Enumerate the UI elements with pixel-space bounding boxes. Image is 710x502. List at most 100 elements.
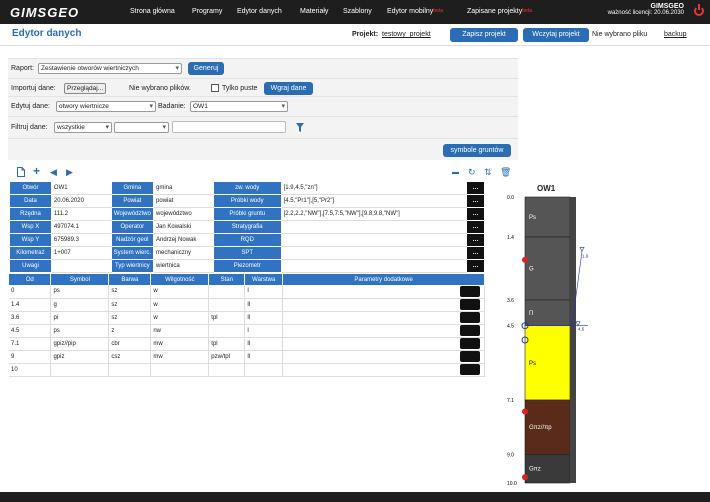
refresh-icon[interactable]: ↻ (468, 167, 476, 177)
layer-cell[interactable]: tpl (208, 337, 246, 351)
nav-materials[interactable]: Materiały (300, 8, 328, 15)
params-cell[interactable] (282, 363, 485, 377)
layer-cell[interactable]: pzw/tpl (208, 350, 246, 364)
nav-templates[interactable]: Szablony (343, 8, 372, 15)
edit-value-button[interactable]: … (466, 259, 485, 273)
info-value[interactable] (280, 233, 468, 247)
layer-cell[interactable]: z (108, 324, 152, 338)
filter-icon[interactable] (296, 123, 304, 132)
layer-cell[interactable]: gpiz//pip (50, 337, 110, 351)
edit-value-button[interactable]: … (466, 233, 485, 247)
layer-cell[interactable]: I (244, 285, 284, 299)
layer-cell[interactable]: csz (108, 350, 152, 364)
layer-cell[interactable] (208, 298, 246, 312)
layer-cell[interactable]: w (150, 285, 210, 299)
arrows-icon[interactable]: ⇅ (484, 167, 492, 177)
info-value[interactable]: wiertnica (153, 259, 214, 273)
info-value[interactable]: 1+007 (50, 246, 112, 260)
filter-value-input[interactable] (172, 121, 286, 133)
nav-home[interactable]: Strona główna (130, 8, 175, 15)
info-value[interactable]: Andrzej Nowak (153, 233, 214, 247)
layer-cell[interactable]: sz (108, 285, 152, 299)
info-value[interactable]: 497074.1 (50, 220, 112, 234)
params-button[interactable] (460, 325, 480, 336)
info-value[interactable] (50, 259, 112, 273)
browse-button[interactable]: Przeglądaj... (64, 83, 107, 94)
info-value[interactable]: [2.2,2.2,"NW"],[7.5,7.5,"NW"],[9.8,9.8,"… (280, 207, 468, 221)
layer-cell[interactable] (208, 324, 246, 338)
layer-cell[interactable] (50, 363, 110, 377)
info-value[interactable]: [1.9,4.5,"zn"] (280, 181, 468, 195)
info-value[interactable]: OW1 (50, 181, 112, 195)
soil-sample-marker[interactable] (522, 256, 528, 263)
layer-cell[interactable]: ps (50, 324, 110, 338)
save-project-button[interactable]: Zapisz projekt (450, 28, 518, 42)
edit-value-button[interactable]: … (466, 220, 485, 234)
info-value[interactable]: gmina (153, 181, 214, 195)
layer-cell[interactable]: mw (150, 337, 210, 351)
layer-cell[interactable]: gpiz (50, 350, 110, 364)
upload-data-button[interactable]: Wgraj dane (264, 82, 313, 95)
study-select[interactable]: OW1 (190, 101, 288, 112)
nav-saved-projects[interactable]: Zapisane projektybeta (467, 8, 532, 15)
layer-cell[interactable]: g (50, 298, 110, 312)
nav-data-editor[interactable]: Edytor danych (237, 8, 282, 15)
params-button[interactable] (460, 351, 480, 362)
generate-button[interactable]: Generuj (188, 62, 224, 75)
params-cell[interactable] (282, 337, 485, 351)
info-value[interactable]: powiat (153, 194, 214, 208)
layer-cell[interactable] (208, 285, 246, 299)
layer-cell[interactable]: cbr (108, 337, 152, 351)
layer-cell[interactable] (244, 363, 284, 377)
info-value[interactable]: Jan Kowalski (153, 220, 214, 234)
info-value[interactable]: [4.5,"Pr1"],[5,"Pr2"] (280, 194, 468, 208)
info-value[interactable]: mechaniczny (153, 246, 214, 260)
layer-cell[interactable]: nw (150, 324, 210, 338)
edit-value-button[interactable]: … (466, 194, 485, 208)
layer-cell[interactable]: II (244, 350, 284, 364)
layer-cell[interactable]: 7.1 (9, 337, 52, 351)
info-value[interactable]: 20.06.2020 (50, 194, 112, 208)
soil-sample-marker[interactable] (522, 408, 528, 415)
edit-value-button[interactable]: … (466, 207, 485, 221)
layer-cell[interactable]: tpl (208, 311, 246, 325)
info-value[interactable] (280, 259, 468, 273)
edit-value-button[interactable]: … (466, 181, 485, 195)
params-cell[interactable] (282, 285, 485, 299)
layer-cell[interactable]: w (150, 298, 210, 312)
layer-cell[interactable]: sz (108, 298, 152, 312)
params-cell[interactable] (282, 311, 485, 325)
layer-cell[interactable]: mw (150, 350, 210, 364)
layer-cell[interactable]: w (150, 311, 210, 325)
layer-cell[interactable]: 0 (9, 285, 52, 299)
layer-cell[interactable] (108, 363, 152, 377)
layer-cell[interactable]: 4.5 (9, 324, 52, 338)
params-button[interactable] (460, 312, 480, 323)
backup-link[interactable]: backup (664, 31, 687, 38)
layer-cell[interactable]: II (244, 337, 284, 351)
arrow-left-icon[interactable]: ◀ (50, 167, 57, 177)
nav-mobile-editor[interactable]: Edytor mobilnybeta (387, 8, 443, 15)
params-button[interactable] (460, 364, 480, 375)
info-value[interactable] (280, 220, 468, 234)
info-value[interactable]: 111.2 (50, 207, 112, 221)
info-value[interactable] (280, 246, 468, 260)
filter-operator-select[interactable] (114, 122, 169, 133)
edit-select[interactable]: otwory wiertnicze (56, 101, 156, 112)
params-button[interactable] (460, 338, 480, 349)
layer-cell[interactable]: I (244, 324, 284, 338)
trash-icon[interactable]: 🗑 (500, 167, 511, 177)
info-value[interactable]: województwo (153, 207, 214, 221)
soil-symbols-button[interactable]: symbole gruntów (443, 144, 511, 157)
params-cell[interactable] (282, 298, 485, 312)
power-icon[interactable] (694, 4, 704, 16)
layer-cell[interactable]: sz (108, 311, 152, 325)
edit-value-button[interactable]: … (466, 246, 485, 260)
layer-cell[interactable] (208, 363, 246, 377)
layer-cell[interactable]: pi (50, 311, 110, 325)
new-file-icon[interactable] (17, 167, 25, 177)
layer-cell[interactable]: 1.4 (9, 298, 52, 312)
load-project-button[interactable]: Wczytaj projekt (523, 28, 589, 42)
layer-cell[interactable] (150, 363, 210, 377)
nav-programs[interactable]: Programy (192, 8, 222, 15)
